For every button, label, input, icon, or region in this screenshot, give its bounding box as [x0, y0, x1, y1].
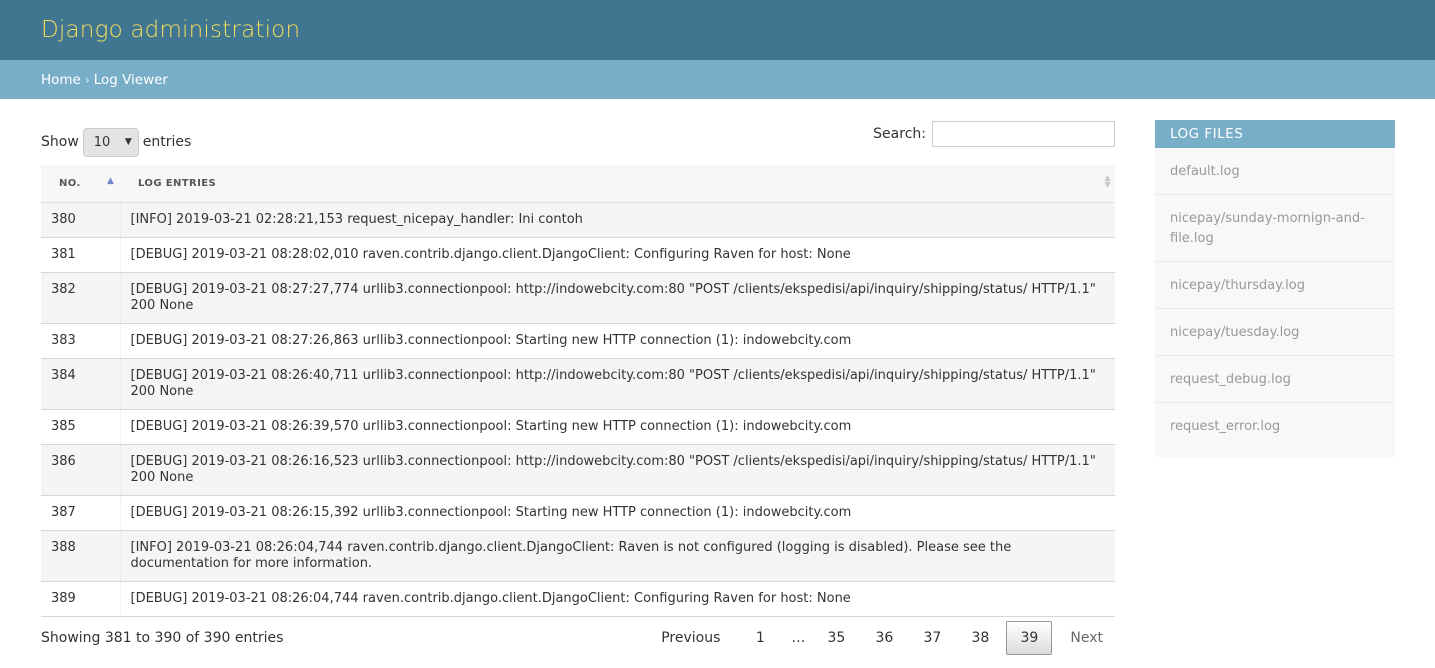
row-number: 385 [41, 409, 121, 445]
sidebar-title: LOG FILES [1155, 120, 1395, 148]
log-entry-text: [DEBUG] 2019-03-21 08:26:40,711 urllib3.… [120, 358, 1115, 410]
log-entry-text: [INFO] 2019-03-21 08:26:04,744 raven.con… [120, 530, 1115, 582]
log-file-link[interactable]: default.log [1155, 148, 1395, 195]
log-file-link[interactable]: nicepay/tuesday.log [1155, 309, 1395, 356]
row-number: 388 [41, 530, 121, 582]
pagination-page-39-current[interactable]: 39 [1006, 620, 1053, 655]
log-entry-text: [DEBUG] 2019-03-21 08:26:04,744 raven.co… [120, 581, 1115, 617]
column-header-no-label: NO. [59, 177, 81, 189]
log-entry-text: [DEBUG] 2019-03-21 08:28:02,010 raven.co… [120, 237, 1115, 273]
show-label: Show [41, 134, 79, 150]
row-number: 382 [41, 272, 121, 324]
row-number: 384 [41, 358, 121, 410]
log-file-link[interactable]: nicepay/thursday.log [1155, 262, 1395, 309]
search-label: Search: [873, 126, 926, 142]
log-entry-text: [DEBUG] 2019-03-21 08:26:16,523 urllib3.… [120, 444, 1115, 496]
column-header-no[interactable]: NO. ▲ [41, 165, 120, 203]
column-header-log-entries[interactable]: LOG ENTRIES ▲ ▼ [120, 165, 1115, 203]
row-number: 383 [41, 323, 121, 359]
table-row: 383 [DEBUG] 2019-03-21 08:27:26,863 urlli… [41, 323, 1115, 359]
table-row: 381 [DEBUG] 2019-03-21 08:28:02,010 raven… [41, 237, 1115, 273]
log-entry-text: [DEBUG] 2019-03-21 08:27:27,774 urllib3.… [120, 272, 1115, 324]
sort-ascending-icon: ▲ [107, 176, 115, 186]
row-number: 380 [41, 202, 121, 238]
pagination-page-38[interactable]: 38 [956, 621, 1004, 655]
header: Django administration [0, 0, 1435, 60]
breadcrumb-home-link[interactable]: Home [41, 72, 81, 88]
log-file-link[interactable]: request_error.log [1155, 403, 1395, 457]
log-entry-text: [DEBUG] 2019-03-21 08:26:39,570 urllib3.… [120, 409, 1115, 445]
table-body: 380 [INFO] 2019-03-21 02:28:21,153 reques… [41, 202, 1115, 617]
log-entries-table: NO. ▲ LOG ENTRIES ▲ ▼ 380 [INFO] 2019-03-2… [41, 165, 1115, 617]
row-number: 381 [41, 237, 121, 273]
pagination-page-1[interactable]: 1 [736, 621, 784, 655]
sort-both-icon: ▲ ▼ [1104, 173, 1111, 189]
table-row: 388 [INFO] 2019-03-21 08:26:04,744 raven.… [41, 530, 1115, 582]
pagination-previous-button[interactable]: Previous [649, 621, 736, 655]
breadcrumb-separator: › [84, 72, 90, 87]
breadcrumb: Home › Log Viewer [0, 60, 1435, 99]
row-number: 386 [41, 444, 121, 496]
pagination: Previous 1 … 35 36 37 38 39 Next [649, 620, 1115, 655]
log-table-panel: Show 10 ▼ entries Search: NO. ▲ LOG ENTR… [41, 121, 1115, 661]
table-row: 387 [DEBUG] 2019-03-21 08:26:15,392 urlli… [41, 495, 1115, 531]
page-length-control: Show 10 ▼ entries [41, 127, 191, 157]
log-entry-text: [DEBUG] 2019-03-21 08:27:26,863 urllib3.… [120, 323, 1115, 359]
entries-label: entries [142, 134, 192, 150]
table-row: 380 [INFO] 2019-03-21 02:28:21,153 reques… [41, 202, 1115, 238]
table-row: 386 [DEBUG] 2019-03-21 08:26:16,523 urlli… [41, 444, 1115, 496]
content-area: Show 10 ▼ entries Search: NO. ▲ LOG ENTR… [0, 99, 1435, 668]
log-entry-text: [INFO] 2019-03-21 02:28:21,153 request_n… [120, 202, 1115, 238]
table-controls: Show 10 ▼ entries Search: [41, 121, 1115, 165]
pagination-page-35[interactable]: 35 [812, 621, 860, 655]
table-row: 385 [DEBUG] 2019-03-21 08:26:39,570 urlli… [41, 409, 1115, 445]
pagination-next-button[interactable]: Next [1060, 621, 1115, 655]
log-file-link[interactable]: nicepay/sunday-mornign-and-file.log [1155, 195, 1395, 262]
table-row: 384 [DEBUG] 2019-03-21 08:26:40,711 urlli… [41, 358, 1115, 410]
page-length-select[interactable]: 10 ▼ [82, 128, 139, 157]
log-files-list: default.log nicepay/sunday-mornign-and-f… [1155, 148, 1395, 457]
site-name-link[interactable]: Django administration [41, 17, 300, 43]
table-row: 389 [DEBUG] 2019-03-21 08:26:04,744 raven… [41, 581, 1115, 617]
pagination-page-36[interactable]: 36 [860, 621, 908, 655]
log-files-sidebar: LOG FILES default.log nicepay/sunday-mor… [1155, 120, 1395, 457]
search-input[interactable] [932, 121, 1115, 147]
entries-info: Showing 381 to 390 of 390 entries [41, 629, 284, 646]
row-number: 387 [41, 495, 121, 531]
table-row: 382 [DEBUG] 2019-03-21 08:27:27,774 urlli… [41, 272, 1115, 324]
pagination-ellipsis: … [791, 629, 806, 646]
dropdown-arrow-icon: ▼ [124, 137, 132, 147]
row-number: 389 [41, 581, 121, 617]
log-file-link[interactable]: request_debug.log [1155, 356, 1395, 403]
page-length-value: 10 [93, 135, 111, 150]
table-header-row: NO. ▲ LOG ENTRIES ▲ ▼ [41, 165, 1115, 203]
log-entry-text: [DEBUG] 2019-03-21 08:26:15,392 urllib3.… [120, 495, 1115, 531]
search-control: Search: [873, 121, 1115, 147]
pagination-page-37[interactable]: 37 [908, 621, 956, 655]
table-footer: Showing 381 to 390 of 390 entries Previo… [41, 617, 1115, 661]
breadcrumb-current: Log Viewer [93, 71, 168, 88]
column-header-log-entries-label: LOG ENTRIES [138, 177, 217, 189]
